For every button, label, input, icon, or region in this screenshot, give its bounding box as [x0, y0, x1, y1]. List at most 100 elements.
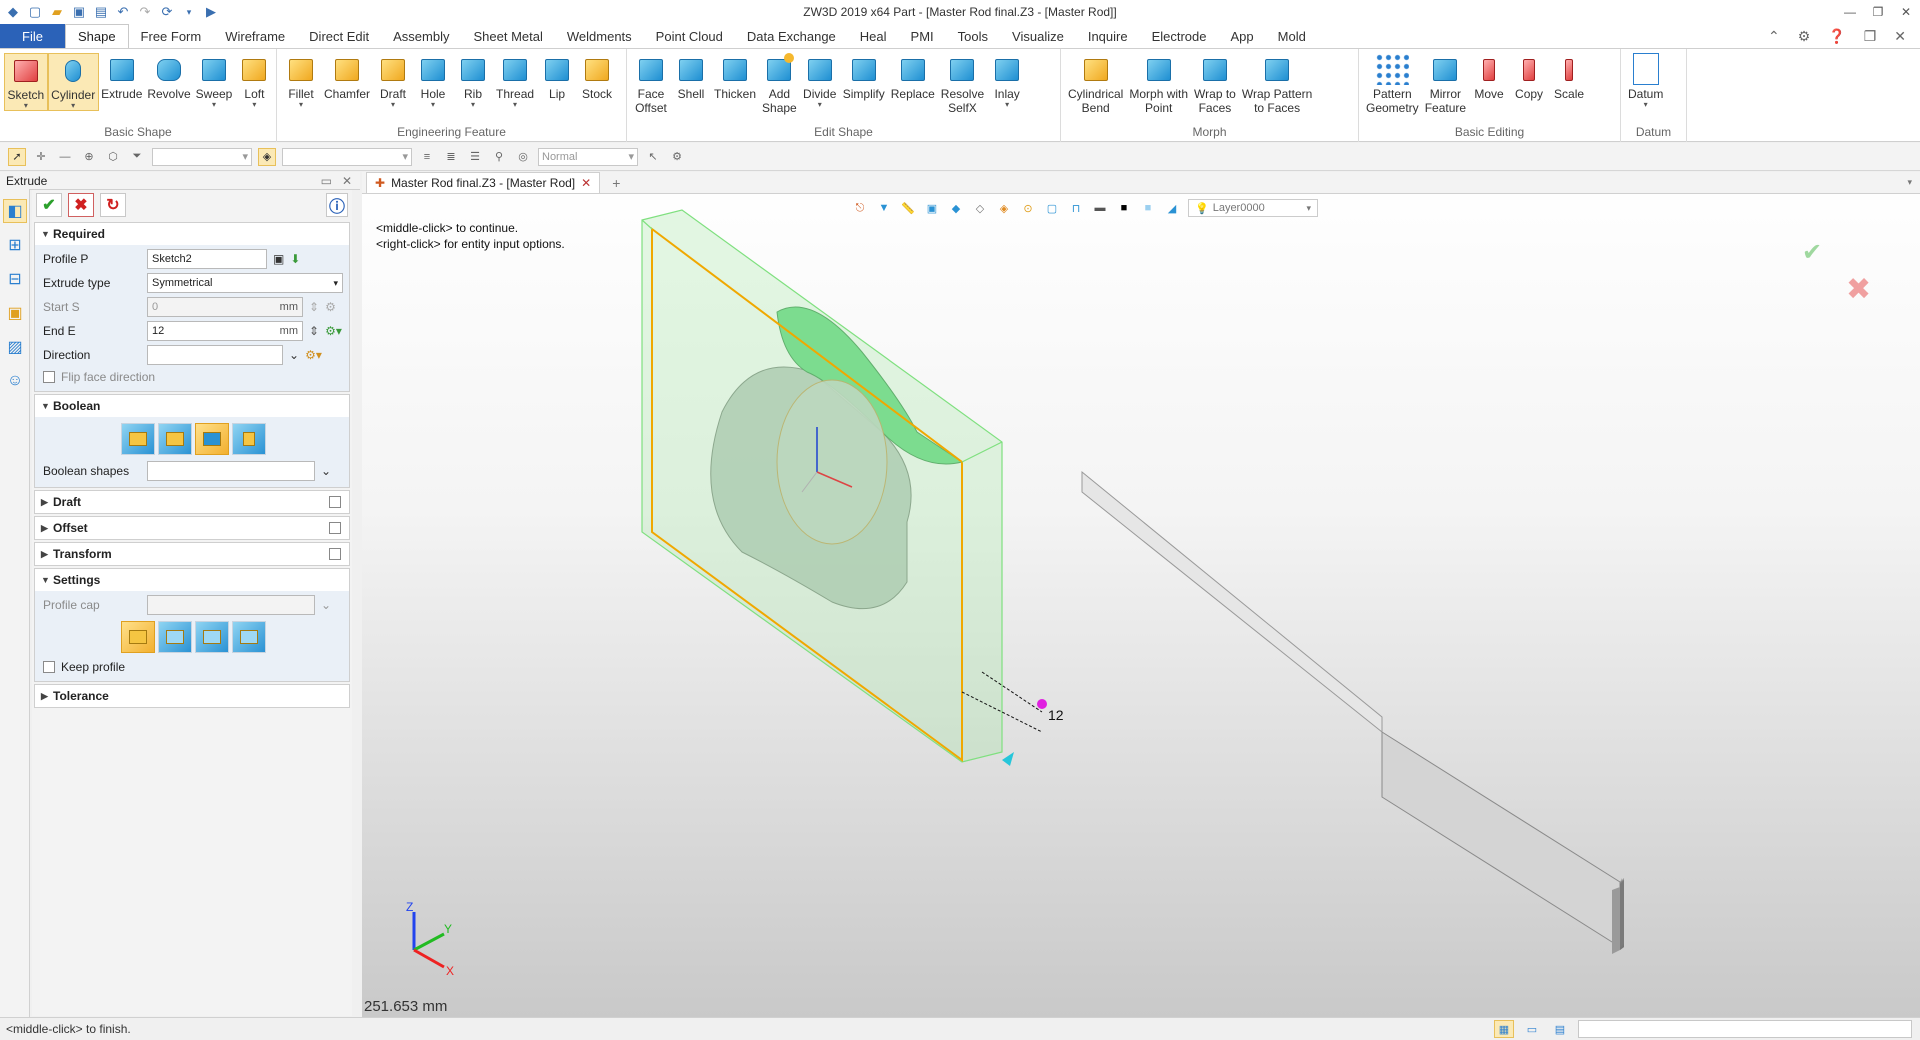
menu-shape[interactable]: Shape — [64, 24, 129, 48]
mirror-feature-button[interactable]: Mirror Feature — [1422, 53, 1469, 115]
menu-pmi[interactable]: PMI — [899, 24, 946, 48]
cap-end-button[interactable] — [195, 621, 229, 653]
pattern-geometry-button[interactable]: Pattern Geometry — [1363, 53, 1422, 115]
filter-funnel-icon[interactable]: ⏷ — [128, 148, 146, 166]
boolean-add-button[interactable] — [158, 423, 192, 455]
transform-checkbox[interactable] — [329, 548, 341, 560]
wrap-to-faces-button[interactable]: Wrap to Faces — [1191, 53, 1239, 115]
open-folder-icon[interactable]: ▰ — [48, 3, 66, 21]
menu-electrode[interactable]: Electrode — [1140, 24, 1219, 48]
boolean-remove-button[interactable] — [195, 423, 229, 455]
customize-qat-icon[interactable]: ▾ — [180, 3, 198, 21]
menu-tools[interactable]: Tools — [946, 24, 1000, 48]
status-grid-icon[interactable]: ▦ — [1494, 1020, 1514, 1038]
extrude-button[interactable]: Extrude — [99, 53, 145, 101]
section-draft-header[interactable]: ▶ Draft — [35, 491, 349, 513]
resolve-selfx-button[interactable]: Resolve SelfX — [938, 53, 987, 115]
shape-filter-icon[interactable]: ⬡ — [104, 148, 122, 166]
direction-expand-icon[interactable]: ⌄ — [289, 348, 299, 362]
profile-cap-expand-icon[interactable]: ⌄ — [321, 598, 331, 612]
section-transform-header[interactable]: ▶ Transform — [35, 543, 349, 565]
lip-button[interactable]: Lip — [537, 53, 577, 101]
help-icon[interactable]: ❓ — [1828, 28, 1845, 45]
save-icon[interactable]: ▣ — [70, 3, 88, 21]
dimension-label[interactable]: 12 — [1048, 707, 1064, 723]
feature-panel-icon[interactable]: ◧ — [3, 199, 27, 223]
align-icon[interactable]: ≡ — [418, 148, 436, 166]
panel-float-icon[interactable]: ▭ — [321, 174, 332, 188]
menu-direct-edit[interactable]: Direct Edit — [297, 24, 381, 48]
play-icon[interactable]: ▶ — [202, 3, 220, 21]
section-required-header[interactable]: ▼ Required — [35, 223, 349, 245]
move-button[interactable]: Move — [1469, 53, 1509, 101]
boolean-shapes-field[interactable] — [147, 461, 315, 481]
chamfer-button[interactable]: Chamfer — [321, 53, 373, 101]
pick-filter-icon[interactable]: ✛ — [32, 148, 50, 166]
user-icon[interactable]: ☺ — [3, 369, 27, 393]
section-boolean-header[interactable]: ▼ Boolean — [35, 395, 349, 417]
section-offset-header[interactable]: ▶ Offset — [35, 517, 349, 539]
distribute-icon[interactable]: ≣ — [442, 148, 460, 166]
print-icon[interactable]: ▤ — [92, 3, 110, 21]
thicken-button[interactable]: Thicken — [711, 53, 759, 101]
boolean-intersect-button[interactable] — [232, 423, 266, 455]
cylindrical-bend-button[interactable]: Cylindrical Bend — [1065, 53, 1126, 115]
menu-heal[interactable]: Heal — [848, 24, 899, 48]
menu-sheet-metal[interactable]: Sheet Metal — [462, 24, 555, 48]
info-button[interactable]: ⓘ — [326, 193, 348, 217]
shell-button[interactable]: Shell — [671, 53, 711, 101]
copy-button[interactable]: Copy — [1509, 53, 1549, 101]
part-library-icon[interactable]: ▣ — [3, 301, 27, 325]
menu-assembly[interactable]: Assembly — [381, 24, 461, 48]
ok-button[interactable]: ✔ — [36, 193, 62, 217]
cap-both-button[interactable] — [121, 621, 155, 653]
dimension-handle[interactable] — [1037, 699, 1047, 709]
line-filter-icon[interactable]: — — [56, 148, 74, 166]
render-mode-combo[interactable]: Normal ▾ — [538, 147, 638, 166]
menu-data-exchange[interactable]: Data Exchange — [735, 24, 848, 48]
history-tree-icon[interactable]: ⊞ — [3, 233, 27, 257]
simplify-button[interactable]: Simplify — [840, 53, 888, 101]
menu-app[interactable]: App — [1219, 24, 1266, 48]
divide-button[interactable]: Divide ▾ — [800, 53, 840, 109]
extrude-type-select[interactable]: Symmetrical ▾ — [147, 273, 343, 293]
graphics-viewport[interactable]: ✚ Master Rod final.Z3 - [Master Rod] ✕ + ▾… — [362, 172, 1920, 1017]
loft-button[interactable]: Loft ▾ — [235, 53, 274, 109]
fillet-button[interactable]: Fillet ▾ — [281, 53, 321, 109]
hole-button[interactable]: Hole ▾ — [413, 53, 453, 109]
menu-point-cloud[interactable]: Point Cloud — [644, 24, 735, 48]
app-logo-icon[interactable]: ◆ — [4, 3, 22, 21]
start-options-icon[interactable]: ⚙ — [325, 300, 336, 314]
undo-icon[interactable]: ↶ — [114, 3, 132, 21]
settings-gear-icon[interactable]: ⚙ — [1798, 28, 1811, 45]
close-button[interactable]: ✕ — [1892, 0, 1920, 24]
status-input-field[interactable] — [1578, 1020, 1912, 1038]
status-screen-icon[interactable]: ▭ — [1522, 1020, 1542, 1038]
stock-button[interactable]: Stock — [577, 53, 617, 101]
boolean-expand-icon[interactable]: ⌄ — [321, 464, 331, 478]
start-field[interactable]: 0 mm — [147, 297, 303, 317]
status-window-icon[interactable]: ▤ — [1550, 1020, 1570, 1038]
draft-button[interactable]: Draft ▾ — [373, 53, 413, 109]
refresh-icon[interactable]: ⟳ — [158, 3, 176, 21]
menu-visualize[interactable]: Visualize — [1000, 24, 1076, 48]
select-arrow-icon[interactable]: ➚ — [8, 147, 26, 166]
pin-icon[interactable]: ⚲ — [490, 148, 508, 166]
render-mode-icon[interactable]: ◎ — [514, 148, 532, 166]
end-options-icon[interactable]: ⚙▾ — [325, 324, 342, 338]
profile-cap-field[interactable] — [147, 595, 315, 615]
cursor-icon[interactable]: ↖ — [644, 148, 662, 166]
boolean-base-button[interactable] — [121, 423, 155, 455]
cap-none-button[interactable] — [232, 621, 266, 653]
stack-icon[interactable]: ☰ — [466, 148, 484, 166]
datum-button[interactable]: Datum ▾ — [1625, 53, 1666, 109]
restore-doc-icon[interactable]: ❐ — [1864, 28, 1877, 45]
image-library-icon[interactable]: ▨ — [3, 335, 27, 359]
part-combo[interactable]: ▾ — [282, 147, 412, 166]
snap-icon[interactable]: ⊕ — [80, 148, 98, 166]
keep-profile-checkbox[interactable] — [43, 661, 55, 673]
section-settings-header[interactable]: ▼ Settings — [35, 569, 349, 591]
redo-icon[interactable]: ↷ — [136, 3, 154, 21]
wrap-pattern-button[interactable]: Wrap Pattern to Faces — [1239, 53, 1315, 115]
minimize-button[interactable]: — — [1836, 0, 1864, 24]
